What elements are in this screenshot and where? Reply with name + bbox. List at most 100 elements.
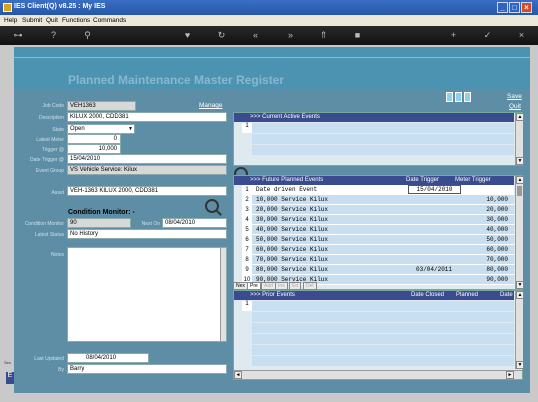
last-updated-label: Last Updated	[34, 356, 64, 362]
maximize-button[interactable]: □	[509, 2, 520, 13]
chevron-down-icon[interactable]: ▼	[128, 125, 133, 133]
date-trigger-column[interactable]: Date Trigger	[406, 176, 439, 185]
future-event-row[interactable]: 5 40,000 Service Kilux 40,000	[242, 225, 514, 235]
event-meter-trigger: 80,000	[486, 266, 508, 273]
future-event-row[interactable]: 7 60,000 Service Kilux 60,000	[242, 245, 514, 255]
scroll-down-icon[interactable]: ▼	[516, 157, 524, 165]
prior-row[interactable]	[252, 312, 514, 322]
minimize-button[interactable]: _	[497, 2, 508, 13]
previous-tab[interactable]: Pre	[247, 282, 261, 290]
heart-icon[interactable]: ♥	[182, 30, 193, 41]
check-icon[interactable]: ✓	[482, 30, 493, 41]
notes-scrollbar[interactable]	[220, 248, 226, 341]
help-icon[interactable]: ?	[48, 30, 59, 41]
row-number: 5	[242, 225, 252, 235]
row-number: 2	[242, 195, 252, 205]
cancel-icon[interactable]: ×	[516, 30, 527, 41]
future-event-row[interactable]: 9 80,000 Service Kilux 03/04/2011 80,000	[242, 265, 514, 275]
prior-row[interactable]	[252, 301, 514, 311]
future-events-scrollbar[interactable]: ▲ ▼	[515, 176, 524, 289]
add-tab[interactable]: Add	[261, 282, 276, 290]
current-row[interactable]	[252, 123, 514, 133]
description-field[interactable]: KILUX 2000, CDD381	[67, 112, 227, 122]
current-events-header: >>> Current Active Events	[234, 113, 514, 122]
quit-link[interactable]: Quit	[509, 103, 521, 110]
columns-icon[interactable]	[446, 92, 472, 102]
state-select[interactable]: Open ▼	[67, 124, 135, 134]
prior-events-hscrollbar[interactable]: ◄ ►	[234, 370, 522, 379]
scroll-right-icon[interactable]: ►	[506, 371, 514, 379]
prior-events-panel: >>> Prior Events Date Closed Planned Dat…	[233, 290, 524, 380]
rewind-icon[interactable]: «	[250, 30, 261, 41]
edit-tab[interactable]: Ed	[289, 282, 302, 290]
prior-row[interactable]	[252, 356, 514, 366]
menu-commands[interactable]: Commands	[93, 17, 126, 24]
next-tab[interactable]: Nex	[233, 282, 248, 290]
prior-row[interactable]	[252, 323, 514, 333]
meter-trigger-column[interactable]: Meter Trigger	[455, 176, 491, 185]
fast-forward-icon[interactable]: »	[285, 30, 296, 41]
side-e-icon[interactable]: E	[6, 372, 14, 384]
stop-icon[interactable]: ■	[352, 30, 363, 41]
event-description: 50,000 Service Kilux	[256, 236, 329, 243]
menu-submit[interactable]: Submit	[22, 17, 42, 24]
key-icon[interactable]: ⊶	[8, 30, 28, 41]
menu-quit[interactable]: Quit	[46, 17, 58, 24]
manage-link[interactable]: Manage	[199, 102, 223, 109]
future-event-row[interactable]: 1 Date driven Event 15/04/2010	[242, 185, 514, 195]
latest-status-field[interactable]: No History	[67, 229, 227, 239]
save-link[interactable]: Save	[507, 93, 522, 100]
job-code-field[interactable]: VEH1363	[67, 101, 136, 111]
event-description: 40,000 Service Kilux	[256, 226, 329, 233]
scroll-down-icon[interactable]: ▼	[516, 281, 524, 289]
event-meter-trigger: 10,000	[486, 196, 508, 203]
event-description: 20,000 Service Kilux	[256, 206, 329, 213]
future-event-row[interactable]: 6 50,000 Service Kilux 50,000	[242, 235, 514, 245]
menu-help[interactable]: Help	[4, 17, 17, 24]
next-on-field[interactable]: 08/04/2010	[162, 218, 227, 228]
delete-tab[interactable]: Del	[303, 282, 317, 290]
upload-icon[interactable]: ⇑	[318, 30, 329, 41]
latest-meter-field[interactable]: 0	[67, 134, 121, 144]
future-event-row[interactable]: 4 30,000 Service Kilux 30,000	[242, 215, 514, 225]
prior-row-number: 1	[242, 301, 252, 311]
date-column[interactable]: Date	[500, 291, 513, 300]
planned-column[interactable]: Planned	[456, 291, 478, 300]
scroll-up-icon[interactable]: ▲	[516, 176, 524, 184]
scroll-thumb[interactable]	[517, 186, 522, 196]
current-events-title: >>> Current Active Events	[250, 114, 320, 120]
scroll-up-icon[interactable]: ▲	[516, 291, 524, 299]
prior-events-header: >>> Prior Events Date Closed Planned Dat…	[234, 291, 514, 300]
row-number: 1	[242, 185, 252, 195]
by-field[interactable]: Barry	[67, 364, 227, 374]
scroll-left-icon[interactable]: ◄	[234, 371, 242, 379]
asset-field[interactable]: VEH-1363 KILUX 2000, CDD381	[67, 186, 227, 196]
scroll-up-icon[interactable]: ▲	[516, 113, 524, 121]
event-description: 80,000 Service Kilux	[256, 266, 329, 273]
future-event-row[interactable]: 3 20,000 Service Kilux 20,000	[242, 205, 514, 215]
notes-textarea[interactable]	[67, 247, 227, 342]
header-divider	[14, 57, 530, 58]
date-closed-column[interactable]: Date Closed	[411, 291, 444, 300]
scroll-down-icon[interactable]: ▼	[516, 361, 524, 369]
event-meter-trigger: 70,000	[486, 256, 508, 263]
trigger-field[interactable]: 10,000	[67, 144, 121, 154]
refresh-icon[interactable]: ↻	[216, 30, 227, 41]
date-trigger-field[interactable]: 15/04/2010	[67, 154, 227, 164]
prior-row[interactable]	[252, 345, 514, 355]
current-row[interactable]	[252, 134, 514, 144]
prior-row[interactable]	[252, 334, 514, 344]
future-event-row[interactable]: 2 10,000 Service Kilux 10,000	[242, 195, 514, 205]
event-group-field[interactable]: VS Vehicle Service: Kilux	[67, 165, 227, 175]
search-icon[interactable]: ⚲	[82, 30, 93, 41]
current-row[interactable]	[252, 145, 514, 155]
insert-tab[interactable]: Ins	[275, 282, 288, 290]
last-updated-field[interactable]: 08/04/2010	[67, 353, 149, 363]
future-event-row[interactable]: 8 70,000 Service Kilux 70,000	[242, 255, 514, 265]
menu-functions[interactable]: Functions	[62, 17, 90, 24]
add-icon[interactable]: +	[448, 30, 459, 41]
prior-events-scrollbar[interactable]: ▲ ▼	[515, 291, 524, 369]
close-button[interactable]: ×	[521, 2, 532, 13]
row-number: 8	[242, 255, 252, 265]
current-events-scrollbar[interactable]: ▲ ▼	[515, 113, 524, 165]
